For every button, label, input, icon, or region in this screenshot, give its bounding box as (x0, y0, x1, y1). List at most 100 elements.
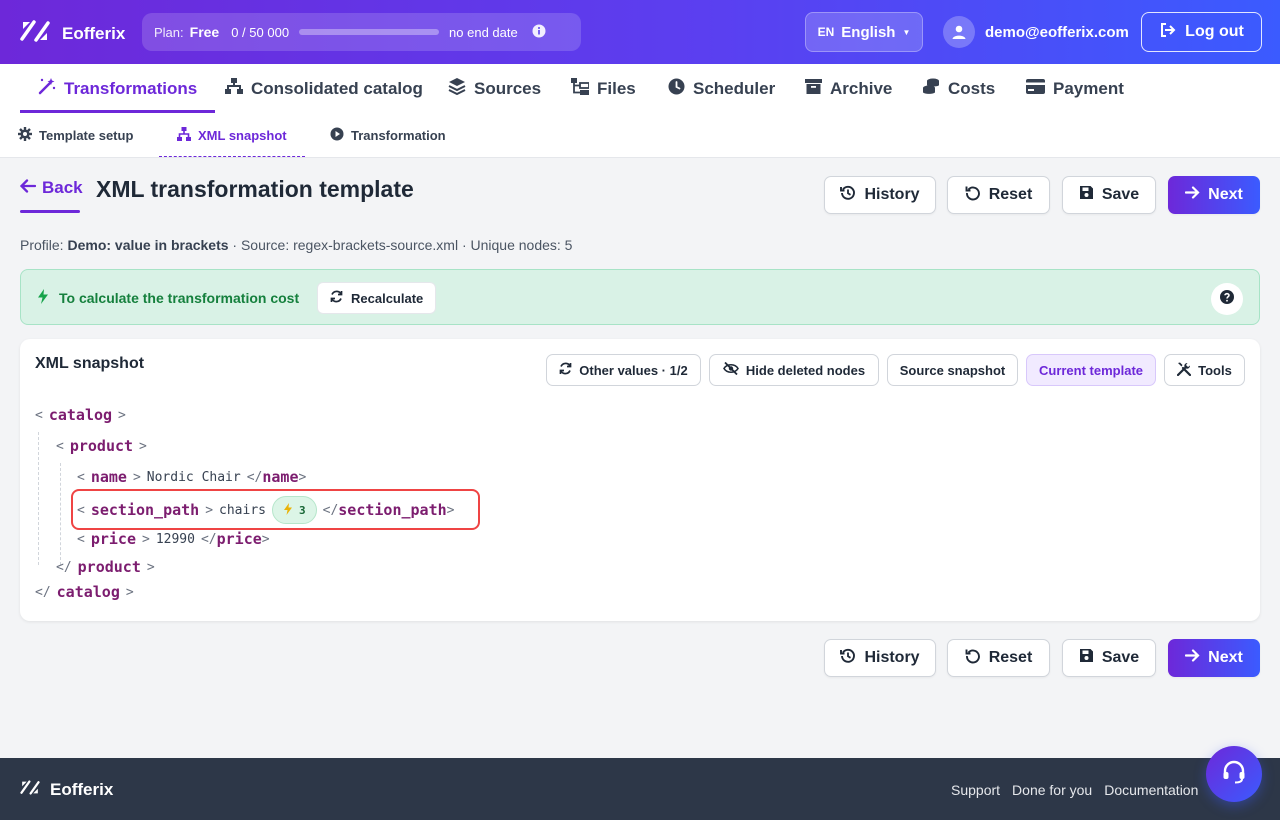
tools-button[interactable]: Tools (1164, 354, 1245, 386)
footer-link-support[interactable]: Support (951, 782, 1000, 798)
profile-meta: Profile: Demo: value in brackets · Sourc… (20, 237, 572, 253)
brand-logo[interactable]: Eofferix (20, 18, 125, 49)
clock-icon (668, 78, 685, 100)
xml-tag: catalog (56, 583, 120, 601)
other-values-button[interactable]: Other values · 1/2 (546, 354, 701, 386)
page-title: XML transformation template (96, 176, 414, 202)
xml-node-product-close[interactable]: </product > (56, 558, 155, 576)
nav-files[interactable]: Files (571, 64, 636, 113)
tab-transformation[interactable]: Transformation (330, 113, 446, 157)
tab-xml-snapshot[interactable]: XML snapshot (159, 113, 305, 157)
help-button[interactable] (1211, 283, 1243, 315)
banner-text: To calculate the transformation cost (59, 290, 300, 306)
nav-sources[interactable]: Sources (448, 64, 541, 113)
tree-guide (38, 432, 39, 565)
history-button[interactable]: History (824, 176, 936, 214)
save-label: Save (1101, 649, 1140, 666)
save-button-bottom[interactable]: Save (1062, 639, 1156, 677)
lightning-icon (37, 289, 49, 307)
history-icon (840, 185, 856, 206)
tree-guide (60, 463, 61, 565)
xml-tag: price (216, 530, 262, 548)
source-info: · Source: regex-brackets-source.xml · Un… (232, 237, 573, 253)
sub-navigation: Template setup XML snapshot Transformati… (0, 113, 1280, 158)
reset-button[interactable]: Reset (947, 176, 1050, 214)
arrow-right-icon (1185, 649, 1200, 667)
banner-message: To calculate the transformation cost (37, 289, 299, 307)
credit-card-icon (1026, 78, 1045, 99)
history-button-bottom[interactable]: History (824, 639, 936, 677)
language-code: EN (817, 25, 835, 39)
xml-node-product-open[interactable]: < product > (56, 437, 147, 455)
profile-name: Demo: value in brackets (67, 237, 229, 253)
tab-template-setup[interactable]: Template setup (18, 113, 133, 157)
footer-link-done-for-you[interactable]: Done for you (1012, 782, 1092, 798)
nav-label: Transformations (64, 78, 198, 98)
nav-label: Archive (830, 78, 893, 98)
xml-tag: product (77, 558, 141, 576)
reset-label: Reset (988, 649, 1033, 666)
recalculate-label: Recalculate (351, 290, 424, 306)
save-button[interactable]: Save (1062, 176, 1156, 214)
main-navigation: Transformations Consolidated catalog Sou… (0, 64, 1280, 113)
language-selector[interactable]: EN English ▼ (805, 12, 923, 52)
user-icon (943, 16, 975, 48)
xml-node-catalog-open[interactable]: < catalog > (35, 406, 126, 424)
logout-label: Log out (1185, 23, 1244, 40)
play-circle-icon (330, 127, 344, 144)
xml-tag: section_path (338, 501, 447, 519)
source-snapshot-button[interactable]: Source snapshot (887, 354, 1018, 386)
logout-button[interactable]: Log out (1141, 12, 1262, 52)
tab-label: Template setup (39, 127, 134, 143)
nav-payment[interactable]: Payment (1026, 64, 1124, 113)
next-button-bottom[interactable]: Next (1168, 639, 1260, 677)
plan-widget: Plan: Free 0 / 50 000 no end date (142, 13, 581, 51)
nav-label: Consolidated catalog (251, 78, 423, 98)
xml-node-section-path[interactable]: < section_path > chairs 3 </section_path > (77, 496, 454, 524)
refresh-icon (330, 290, 343, 306)
card-title: XML snapshot (35, 355, 145, 372)
lightning-icon (283, 502, 293, 518)
cost-badge[interactable]: 3 (272, 496, 317, 524)
current-template-button[interactable]: Current template (1026, 354, 1156, 386)
top-bar: Eofferix Plan: Free 0 / 50 000 no end da… (0, 0, 1280, 64)
xml-node-price[interactable]: < price > 12990 </price > (77, 530, 270, 548)
next-button[interactable]: Next (1168, 176, 1260, 214)
save-label: Save (1101, 186, 1140, 203)
reset-button-bottom[interactable]: Reset (947, 639, 1050, 677)
next-label: Next (1208, 649, 1243, 666)
info-icon[interactable] (532, 24, 546, 41)
undo-icon (965, 185, 981, 206)
xml-tag: name (262, 468, 299, 486)
xml-node-name[interactable]: < name > Nordic Chair </name > (77, 468, 306, 486)
back-underline (20, 210, 80, 213)
nav-label: Costs (948, 78, 996, 98)
brand-name: Eofferix (62, 23, 126, 43)
nav-consolidated-catalog[interactable]: Consolidated catalog (225, 64, 423, 113)
recalculate-button[interactable]: Recalculate (317, 282, 437, 314)
footer-brand-name: Eofferix (50, 780, 114, 799)
user-menu[interactable]: demo@eofferix.com (943, 16, 1129, 48)
xml-node-catalog-close[interactable]: </catalog > (35, 583, 134, 601)
support-chat-button[interactable] (1206, 746, 1262, 802)
nav-transformations[interactable]: Transformations (19, 64, 216, 113)
arrow-left-icon (19, 178, 37, 198)
logo-icon (20, 779, 40, 801)
xml-value: chairs (219, 502, 266, 518)
tools-label: Tools (1198, 362, 1232, 378)
hide-deleted-button[interactable]: Hide deleted nodes (709, 354, 879, 386)
back-link[interactable]: Back (19, 178, 83, 198)
badge-count: 3 (299, 503, 306, 517)
nav-costs[interactable]: Costs (922, 64, 995, 113)
footer-link-documentation[interactable]: Documentation (1104, 782, 1198, 798)
nav-scheduler[interactable]: Scheduler (668, 64, 775, 113)
xml-tag: name (90, 468, 127, 486)
language-name: English (841, 23, 896, 41)
history-icon (840, 648, 856, 669)
history-label: History (864, 186, 920, 203)
floppy-icon (1079, 185, 1094, 205)
footer-links: Support Done for you Documentation (951, 782, 1198, 798)
sitemap-icon (177, 126, 191, 144)
nav-archive[interactable]: Archive (805, 64, 892, 113)
footer-brand[interactable]: Eofferix (20, 779, 113, 801)
